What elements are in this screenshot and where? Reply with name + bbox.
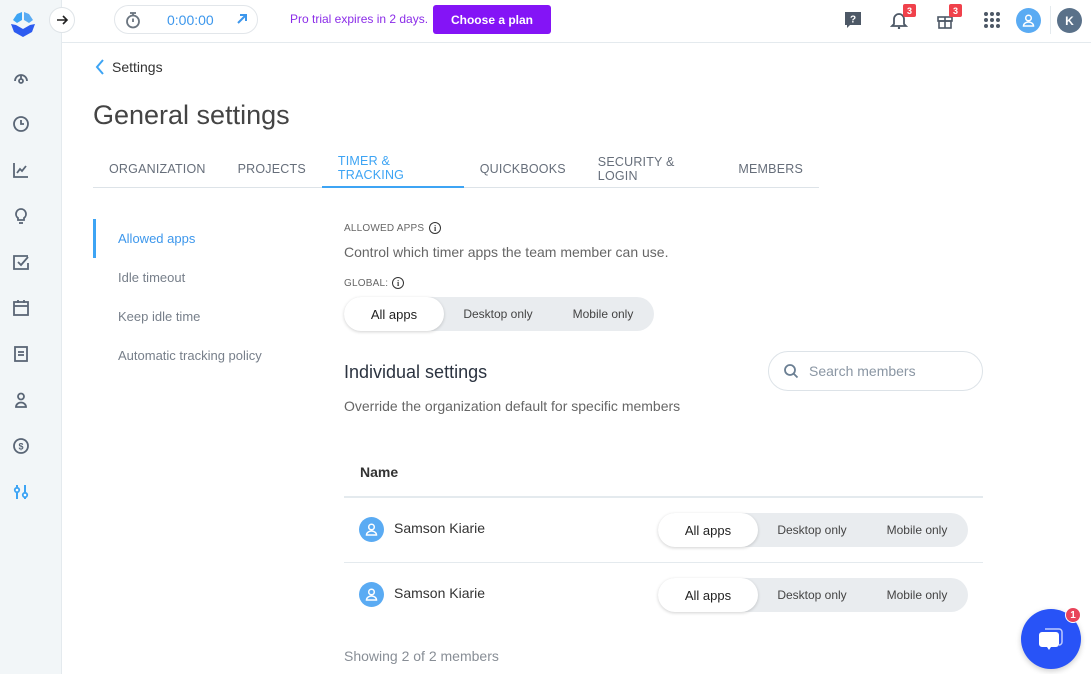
chat-icon xyxy=(1039,628,1063,650)
choose-plan-button[interactable]: Choose a plan xyxy=(433,5,551,34)
allowed-apps-description: Control which timer apps the team member… xyxy=(344,244,669,260)
top-bar: 0:00:00 Pro trial expires in 2 days. Cho… xyxy=(49,0,1091,43)
allowed-apps-label-text: ALLOWED APPS xyxy=(344,222,425,234)
member-row: Samson Kiarie All apps Desktop only Mobi… xyxy=(344,498,983,563)
global-label: GLOBAL: i xyxy=(344,277,405,289)
chat-unread-badge: 1 xyxy=(1065,607,1081,623)
subnav-keep-idle-time[interactable]: Keep idle time xyxy=(93,297,303,336)
dashboard-icon[interactable] xyxy=(11,68,31,88)
app-logo[interactable] xyxy=(8,10,38,40)
info-icon[interactable]: i xyxy=(392,277,405,289)
member-option-mobile-only[interactable]: Mobile only xyxy=(866,513,968,547)
global-option-desktop-only[interactable]: Desktop only xyxy=(444,297,552,331)
calendar-icon[interactable] xyxy=(11,298,31,318)
workspace-avatar[interactable] xyxy=(1016,8,1041,33)
user-icon xyxy=(365,523,378,536)
section-subnav: Allowed apps Idle timeout Keep idle time… xyxy=(93,219,303,375)
member-option-mobile-only[interactable]: Mobile only xyxy=(866,578,968,612)
member-app-selector: All apps Desktop only Mobile only xyxy=(658,513,968,547)
stopwatch-icon xyxy=(126,12,140,29)
subnav-automatic-tracking-policy[interactable]: Automatic tracking policy xyxy=(93,336,303,375)
app-root: $ 0:00:00 Pro trial expires in 2 days. C… xyxy=(0,0,1091,674)
insights-icon[interactable] xyxy=(11,206,31,226)
member-app-selector: All apps Desktop only Mobile only xyxy=(658,578,968,612)
search-icon xyxy=(784,364,799,379)
subnav-allowed-apps[interactable]: Allowed apps xyxy=(93,219,303,258)
approvals-icon[interactable] xyxy=(11,252,31,272)
profile-avatar[interactable]: K xyxy=(1057,8,1082,33)
expand-sidebar-button[interactable] xyxy=(49,7,75,33)
member-option-desktop-only[interactable]: Desktop only xyxy=(758,513,866,547)
user-icon xyxy=(365,588,378,601)
members-table-header: Name xyxy=(344,452,983,498)
global-app-selector: All apps Desktop only Mobile only xyxy=(344,297,654,331)
tab-members[interactable]: MEMBERS xyxy=(722,150,819,188)
svg-text:?: ? xyxy=(850,15,856,26)
user-icon xyxy=(1022,14,1035,27)
column-name-header: Name xyxy=(360,464,399,480)
time-tracker-icon[interactable] xyxy=(11,114,31,134)
member-option-desktop-only[interactable]: Desktop only xyxy=(758,578,866,612)
tab-timer-tracking[interactable]: TIMER & TRACKING xyxy=(321,150,464,188)
breadcrumb-label: Settings xyxy=(112,59,163,75)
member-option-all-apps[interactable]: All apps xyxy=(658,578,758,612)
topbar-divider xyxy=(1050,6,1051,34)
individual-settings-title: Individual settings xyxy=(344,362,488,382)
subnav-idle-timeout[interactable]: Idle timeout xyxy=(93,258,303,297)
chat-support-button[interactable]: 1 xyxy=(1021,607,1081,669)
global-option-all-apps[interactable]: All apps xyxy=(344,297,444,331)
gifts-badge: 3 xyxy=(949,4,962,17)
member-row: Samson Kiarie All apps Desktop only Mobi… xyxy=(344,563,983,628)
tab-organization[interactable]: ORGANIZATION xyxy=(93,150,222,188)
notifications-button[interactable]: 3 xyxy=(888,4,916,31)
reports-icon[interactable] xyxy=(11,160,31,180)
info-icon[interactable]: i xyxy=(429,222,442,234)
left-sidebar: $ xyxy=(0,0,62,674)
tab-quickbooks[interactable]: QUICKBOOKS xyxy=(464,150,582,188)
team-icon[interactable] xyxy=(11,390,31,410)
settings-tabs: ORGANIZATION PROJECTS TIMER & TRACKING Q… xyxy=(93,150,819,188)
member-name: Samson Kiarie xyxy=(394,520,486,536)
help-button[interactable]: ? xyxy=(842,9,864,31)
global-label-text: GLOBAL: xyxy=(344,277,389,289)
settings-icon[interactable] xyxy=(11,482,31,502)
invoices-icon[interactable] xyxy=(11,344,31,364)
member-avatar xyxy=(359,582,384,607)
help-icon: ? xyxy=(845,12,861,28)
members-count: Showing 2 of 2 members xyxy=(344,648,499,664)
chevron-left-icon xyxy=(95,59,104,75)
svg-text:$: $ xyxy=(18,442,23,452)
page-title: General settings xyxy=(93,100,290,130)
individual-settings-description: Override the organization default for sp… xyxy=(344,398,681,414)
back-to-settings-link[interactable]: Settings xyxy=(94,58,163,76)
grid-icon xyxy=(984,12,1000,28)
member-avatar xyxy=(359,517,384,542)
expenses-icon[interactable]: $ xyxy=(11,436,31,456)
allowed-apps-label: ALLOWED APPS i xyxy=(344,222,442,234)
open-timer-icon[interactable] xyxy=(235,12,249,26)
search-members-field[interactable] xyxy=(768,351,983,391)
search-members-input[interactable] xyxy=(809,363,969,379)
apps-menu-button[interactable] xyxy=(981,9,1003,31)
tab-projects[interactable]: PROJECTS xyxy=(222,150,322,188)
member-option-all-apps[interactable]: All apps xyxy=(658,513,758,547)
member-name: Samson Kiarie xyxy=(394,585,486,601)
gifts-button[interactable]: 3 xyxy=(934,4,962,31)
timer-value: 0:00:00 xyxy=(167,12,214,28)
tab-security-login[interactable]: SECURITY & LOGIN xyxy=(582,150,723,188)
trial-notice: Pro trial expires in 2 days. xyxy=(290,12,429,26)
global-option-mobile-only[interactable]: Mobile only xyxy=(552,297,654,331)
notifications-badge: 3 xyxy=(903,4,916,17)
arrow-right-icon xyxy=(57,15,69,25)
timer-widget[interactable]: 0:00:00 xyxy=(114,5,258,34)
